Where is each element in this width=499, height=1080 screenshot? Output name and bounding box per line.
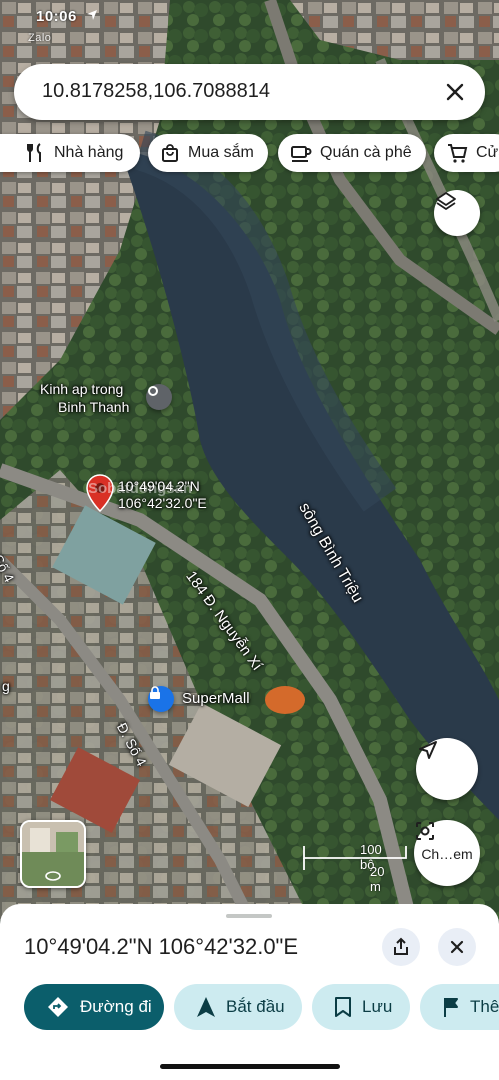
coffee-icon	[291, 146, 312, 162]
scale-metric: 20 m	[370, 864, 385, 894]
save-label: Lưu	[362, 997, 393, 1016]
cart-icon	[448, 144, 468, 163]
share-icon	[394, 937, 408, 955]
chip-label: Quán cà phê	[320, 144, 412, 161]
chip-restaurants[interactable]: Nhà hàng	[0, 134, 140, 172]
bookmark-icon	[335, 997, 351, 1017]
rotate-360-icon	[45, 871, 61, 881]
lens-icon	[416, 822, 434, 840]
supermall-poi-icon[interactable]	[148, 686, 174, 712]
chip-shopping[interactable]: Mua sắm	[148, 134, 268, 172]
category-chips: Nhà hàng Mua sắm Quán cà phê Cửa	[0, 134, 499, 172]
poi-label[interactable]: SuperMall	[182, 690, 250, 707]
place-bottom-sheet[interactable]: 10°49'04.2"N 106°42'32.0"E Đường đi Bắt …	[0, 904, 499, 1080]
close-icon[interactable]	[441, 78, 469, 106]
chip-stores[interactable]: Cửa	[434, 134, 499, 172]
layers-button[interactable]	[434, 190, 480, 236]
chip-label: Cửa	[476, 144, 499, 161]
search-query[interactable]: 10.8178258,106.7088814	[42, 80, 270, 103]
directions-icon	[48, 997, 68, 1017]
chip-label: Mua sắm	[188, 144, 254, 161]
status-carrier: Zalo	[28, 32, 52, 44]
place-label-line2: Binh Thanh	[58, 399, 130, 415]
sheet-title: 10°49'04.2"N 106°42'32.0"E	[24, 934, 299, 959]
add-label-label: Thê	[470, 997, 499, 1016]
chip-coffee[interactable]: Quán cà phê	[278, 134, 426, 172]
street-view-thumbnail[interactable]	[20, 820, 86, 888]
sheet-drag-handle[interactable]	[226, 914, 272, 918]
explore-lens-button[interactable]: Ch…em	[414, 820, 480, 886]
directions-label: Đường đi	[80, 997, 152, 1016]
search-bar[interactable]: 10.8178258,106.7088814	[14, 64, 485, 120]
my-location-button[interactable]	[416, 738, 478, 800]
add-label-button[interactable]: Thê	[420, 984, 499, 1030]
close-icon	[450, 940, 464, 954]
directions-button[interactable]: Đường đi	[24, 984, 164, 1030]
status-bar: 10:06 Zalo	[28, 8, 98, 44]
location-arrow-icon	[419, 741, 437, 759]
place-pin-icon[interactable]	[146, 384, 172, 410]
location-status-icon	[86, 10, 97, 20]
explore-label: Ch…em	[421, 846, 473, 862]
place-label-line1: Kinh ap trong	[40, 381, 124, 397]
edge-label: g	[2, 678, 10, 694]
chip-label: Nhà hàng	[54, 144, 124, 161]
place-label[interactable]: Kinh ap trong Binh Thanh	[40, 380, 129, 416]
layers-icon	[436, 192, 456, 210]
start-button[interactable]: Bắt đầu	[174, 984, 302, 1030]
home-indicator[interactable]	[160, 1064, 340, 1069]
flag-icon	[444, 998, 458, 1017]
shopping-bag-icon	[162, 144, 178, 162]
start-label: Bắt đầu	[226, 997, 285, 1016]
pin-lng: 106°42'32.0"E	[118, 495, 207, 511]
share-button[interactable]	[382, 928, 420, 966]
status-time: 10:06	[36, 8, 77, 25]
navigation-arrow-icon	[197, 997, 215, 1017]
restaurant-icon	[27, 143, 41, 162]
save-button[interactable]: Lưu	[312, 984, 410, 1030]
close-sheet-button[interactable]	[438, 928, 476, 966]
watermark-logo: Sobatdongsan	[88, 480, 193, 497]
